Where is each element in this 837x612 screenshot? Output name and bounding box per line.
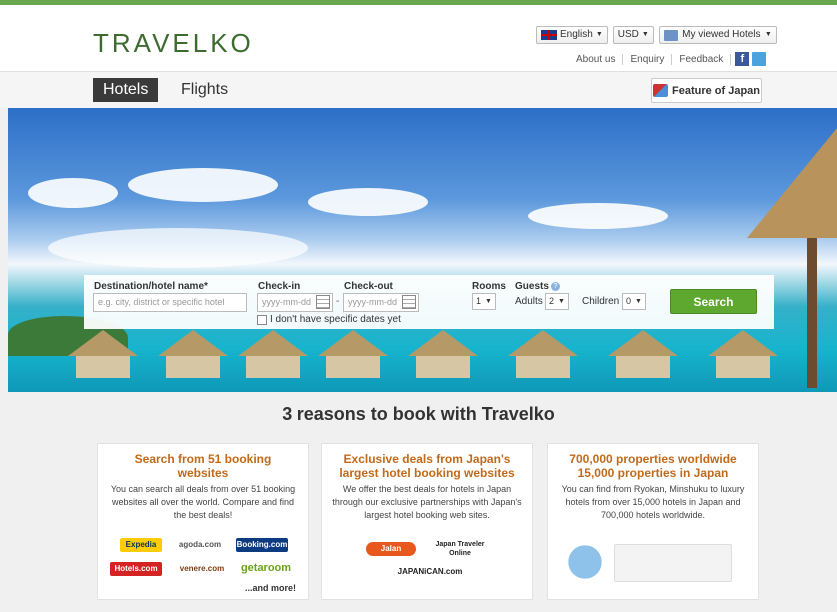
calendar-icon[interactable]	[402, 295, 416, 309]
chevron-down-icon: ▼	[558, 298, 565, 305]
chevron-down-icon: ▼	[641, 31, 649, 38]
language-select[interactable]: English ▼	[536, 26, 608, 44]
twitter-icon[interactable]	[752, 52, 767, 66]
enquiry-link[interactable]: Enquiry	[623, 53, 673, 65]
no-dates-checkbox[interactable]	[257, 315, 267, 325]
bungalow-shape	[508, 330, 578, 378]
japanican-logo: JAPANiCAN.com	[397, 567, 463, 576]
hotelscom-logo: Hotels.com	[110, 562, 162, 576]
bungalow-shape	[608, 330, 678, 378]
reason-card-properties: 700,000 properties worldwide 15,000 prop…	[547, 443, 759, 600]
bungalow-shape	[238, 330, 308, 378]
venere-logo: venere.com	[179, 564, 225, 573]
bungalow-shape	[318, 330, 388, 378]
card-body: You can find from Ryokan, Minshuku to lu…	[561, 484, 745, 520]
rooms-label: Rooms	[472, 281, 506, 292]
adults-value: 2	[549, 296, 555, 306]
cloud-shape	[308, 188, 428, 216]
feedback-link[interactable]: Feedback	[672, 53, 732, 65]
bungalow-shape	[158, 330, 228, 378]
bungalow-shape	[68, 330, 138, 378]
destination-label: Destination/hotel name*	[94, 281, 208, 292]
history-icon	[663, 29, 678, 41]
calendar-icon[interactable]	[316, 295, 330, 309]
jalan-logo: Jalan	[366, 542, 416, 556]
getaroom-logo: getaroom	[240, 562, 292, 574]
cloud-shape	[48, 228, 308, 268]
language-value: English	[560, 29, 593, 40]
jtb-logo: Japan Traveler Online	[435, 541, 485, 557]
uk-flag-icon	[541, 30, 557, 40]
viewed-hotels-label: My viewed Hotels	[682, 29, 761, 40]
sub-navigation: Hotels Flights Feature of Japan	[0, 71, 837, 108]
feature-of-japan-button[interactable]: Feature of Japan	[651, 78, 762, 103]
header-links: About us Enquiry Feedback f	[576, 52, 767, 66]
hotel-buildings-icon	[614, 544, 732, 582]
travelko-logo[interactable]: TRAVELKO	[93, 28, 254, 59]
adults-label: Adults	[515, 296, 543, 307]
adults-select[interactable]: 2 ▼	[545, 293, 569, 310]
rooms-select[interactable]: 1 ▼	[472, 293, 496, 310]
reasons-count: 3	[282, 404, 293, 424]
children-value: 0	[626, 296, 632, 306]
cloud-shape	[528, 203, 668, 229]
card-title: 700,000 properties worldwide 15,000 prop…	[569, 452, 737, 480]
header-controls: English ▼ USD ▼ My viewed Hotels ▼	[536, 26, 777, 44]
globe-pin-icon	[566, 542, 604, 582]
children-label: Children	[582, 296, 620, 307]
search-button[interactable]: Search	[670, 289, 757, 314]
feature-button-label: Feature of Japan	[671, 84, 761, 97]
expedia-logo: Expedia	[120, 538, 162, 552]
card-body: We offer the best deals for hotels in Ja…	[332, 484, 522, 520]
reasons-heading: 3 reasons to book with Travelko	[0, 404, 837, 425]
no-dates-label: I don't have specific dates yet	[270, 314, 401, 325]
guests-label: Guests	[515, 281, 549, 292]
property-illustrations	[556, 540, 750, 586]
destination-input[interactable]: e.g. city, district or specific hotel	[93, 293, 247, 312]
help-icon[interactable]: ?	[551, 282, 560, 291]
cloud-shape	[128, 168, 278, 202]
site-header: TRAVELKO English ▼ USD ▼ My viewed Hotel…	[0, 5, 837, 71]
card-body: You can search all deals from over 51 bo…	[110, 484, 296, 520]
card-title: Exclusive deals from Japan's largest hot…	[339, 452, 515, 480]
agoda-logo: agoda.com	[178, 540, 222, 549]
chevron-down-icon: ▼	[485, 298, 492, 305]
currency-select[interactable]: USD ▼	[612, 26, 654, 44]
partner-logos: Expedia agoda.com Booking.com Hotels.com…	[106, 536, 300, 584]
chevron-down-icon: ▼	[635, 298, 642, 305]
reason-card-booking-sites: Search from 51 booking websites You can …	[97, 443, 309, 600]
checkout-label: Check-out	[344, 281, 393, 292]
facebook-icon[interactable]: f	[735, 52, 750, 66]
tab-hotels[interactable]: Hotels	[93, 78, 159, 102]
cloud-shape	[28, 178, 118, 208]
reason-card-japan-deals: Exclusive deals from Japan's largest hot…	[321, 443, 533, 600]
checkin-label: Check-in	[258, 281, 301, 292]
partner-logos: Jalan Japan Traveler Online JAPANiCAN.co…	[330, 540, 524, 584]
reasons-title-text: reasons to book with Travelko	[296, 404, 555, 424]
hero-banner-image	[8, 108, 837, 392]
children-select[interactable]: 0 ▼	[622, 293, 646, 310]
bungalow-shape	[408, 330, 478, 378]
date-separator: -	[336, 296, 340, 307]
card-title: Search from 51 booking websites	[134, 452, 272, 480]
japan-icon	[652, 84, 668, 97]
and-more-text: ...and more!	[244, 583, 296, 593]
about-us-link[interactable]: About us	[576, 53, 624, 65]
booking-logo: Booking.com	[236, 538, 288, 552]
chevron-down-icon: ▼	[764, 31, 772, 38]
rooms-value: 1	[476, 296, 482, 306]
viewed-hotels-select[interactable]: My viewed Hotels ▼	[658, 26, 777, 44]
tab-flights[interactable]: Flights	[171, 78, 238, 102]
chevron-down-icon: ▼	[595, 31, 603, 38]
currency-value: USD	[617, 29, 639, 40]
